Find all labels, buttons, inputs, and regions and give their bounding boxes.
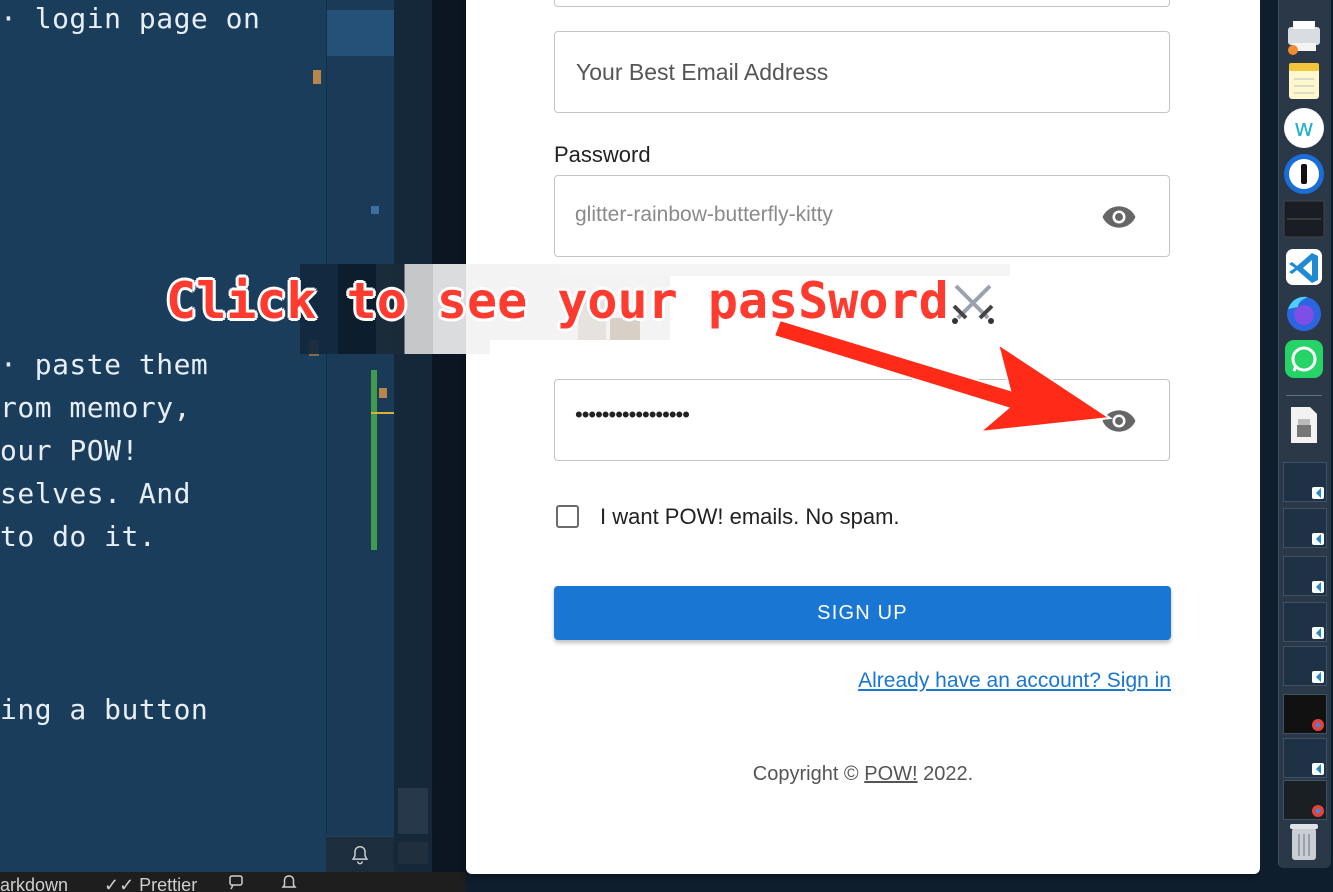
code-line: · paste them (0, 348, 209, 381)
svg-text:w: w (1294, 114, 1314, 142)
notification-panel-tab[interactable] (326, 836, 394, 873)
code-line: ing a button (0, 693, 209, 726)
vscode-badge-icon (1312, 627, 1324, 639)
vscode-window-thumbnail[interactable] (1283, 602, 1327, 642)
window-gap (432, 0, 466, 892)
bell-icon (351, 846, 369, 865)
notes-icon[interactable] (1283, 60, 1325, 102)
chrome-badge-icon (1312, 805, 1324, 817)
pattern-block (398, 842, 428, 864)
code-editor[interactable]: · login page on · paste them rom memory,… (0, 0, 326, 892)
status-prettier[interactable]: ✓✓ Prettier (104, 875, 197, 892)
whatsapp-icon[interactable] (1283, 338, 1325, 380)
copyright-year: 2022. (923, 763, 974, 785)
trash-icon[interactable] (1283, 820, 1325, 862)
vscode-window-thumbnail[interactable] (1283, 556, 1327, 596)
copyright: Copyright © POW! 2022. (466, 763, 1260, 786)
feedback-icon[interactable] (228, 875, 248, 892)
minimap-viewport[interactable] (327, 10, 395, 56)
minimap-mark (313, 70, 321, 84)
code-line: rom memory, (0, 391, 191, 424)
chrome-window-thumbnail[interactable] (1283, 694, 1327, 734)
vscode-badge-icon (1312, 763, 1324, 775)
1password-icon[interactable] (1283, 153, 1325, 195)
code-line: selves. And (0, 477, 191, 510)
w-app-icon[interactable]: w (1283, 107, 1325, 149)
vscode-window-thumbnail[interactable] (1283, 738, 1327, 778)
chrome-badge-icon (1312, 719, 1324, 731)
copyright-prefix: Copyright © (752, 763, 859, 785)
vscode-window-thumbnail[interactable] (1283, 646, 1327, 686)
status-bar: arkdown ✓✓ Prettier (0, 872, 466, 892)
minimap-mark (379, 388, 387, 398)
firefox-icon[interactable] (1283, 292, 1325, 334)
git-change-line (371, 412, 395, 414)
copyright-brand-link[interactable]: POW! (864, 763, 917, 785)
bell-icon[interactable] (280, 875, 298, 892)
vscode-window-thumbnail[interactable] (1283, 462, 1327, 502)
printer-icon[interactable] (1283, 16, 1325, 58)
vscode-badge-icon (1312, 581, 1324, 593)
minimap-dot (371, 206, 379, 214)
code-line: our POW! (0, 434, 139, 467)
background-pattern (394, 0, 432, 892)
annotation-text: Click to see your pasSword (166, 272, 949, 330)
footer: Copyright © POW! 2022. (466, 0, 1260, 892)
chrome-window-thumbnail[interactable] (1283, 780, 1327, 820)
dock-separator (1286, 395, 1322, 396)
vscode-badge-icon (1312, 671, 1324, 683)
git-change-bar (371, 370, 377, 550)
crossed-swords-icon (952, 284, 994, 324)
status-markdown[interactable]: arkdown (0, 875, 68, 892)
vscode-icon[interactable] (1283, 246, 1325, 288)
archive-icon[interactable] (1283, 404, 1325, 446)
pattern-block (398, 788, 428, 834)
vscode-window-thumbnail[interactable] (1283, 508, 1327, 548)
code-line: to do it. (0, 520, 157, 553)
code-line: · login page on (0, 2, 261, 35)
editor-minimap[interactable] (309, 0, 395, 872)
vscode-badge-icon (1312, 487, 1324, 499)
screen-recorder-icon[interactable] (1283, 198, 1325, 240)
vscode-badge-icon (1312, 533, 1324, 545)
